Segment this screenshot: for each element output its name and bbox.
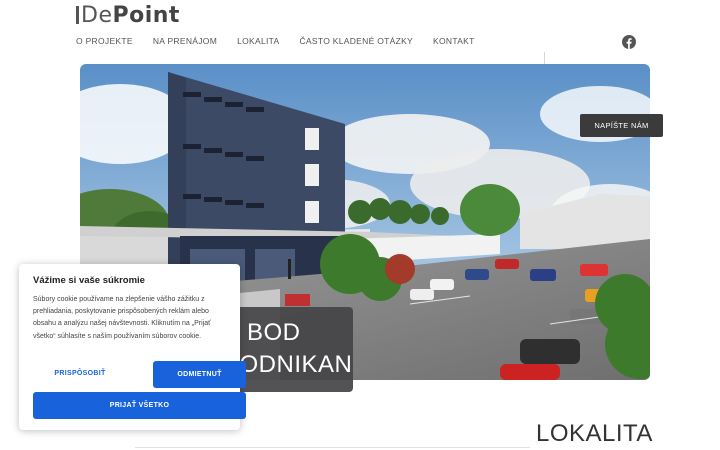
- site-logo[interactable]: DePoint: [76, 3, 180, 28]
- cookie-accept-all-button[interactable]: PRIJAŤ VŠETKO: [33, 392, 246, 419]
- cookie-title: Vážime si vaše súkromie: [33, 275, 145, 286]
- facebook-icon[interactable]: [622, 35, 636, 49]
- nav-item-na-prenajom[interactable]: NA PRENÁJOM: [153, 36, 217, 46]
- cookie-customize-button[interactable]: PRISPÔSOBIŤ: [33, 361, 127, 385]
- nav-item-o-projekte[interactable]: O PROJEKTE: [76, 36, 133, 46]
- nav-item-lokalita[interactable]: LOKALITA: [237, 36, 279, 46]
- contact-button[interactable]: NAPÍŠTE NÁM: [580, 114, 663, 137]
- cookie-reject-button[interactable]: ODMIETNUŤ: [153, 361, 246, 388]
- nav-item-kontakt[interactable]: KONTAKT: [433, 36, 475, 46]
- nav-item-faq[interactable]: ČASTO KLADENÉ OTÁZKY: [299, 36, 413, 46]
- logo-mark-icon: [76, 6, 79, 24]
- hero-headline-line1: BOD: [247, 319, 301, 346]
- main-nav: O PROJEKTE NA PRENÁJOM LOKALITA ČASTO KL…: [76, 36, 475, 46]
- cookie-consent-dialog: Vážime si vaše súkromie Súbory cookie po…: [19, 264, 246, 430]
- section-title-lokalita: LOKALITA: [536, 420, 653, 447]
- cookie-text: Súbory cookie používame na zlepšenie váš…: [33, 296, 211, 340]
- divider: [135, 447, 530, 448]
